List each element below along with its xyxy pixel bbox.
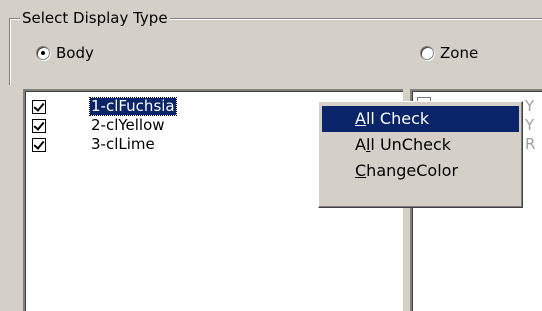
menu-text: hangeColor <box>366 161 459 180</box>
context-menu: All Check All UnCheck ChangeColor <box>318 101 523 208</box>
list-item-label: R <box>525 135 536 153</box>
radio-body-label: Body <box>56 44 94 62</box>
list-item: R <box>524 135 536 154</box>
menu-item-change-color[interactable]: ChangeColor <box>322 158 519 184</box>
list-item-label: 3-clLime <box>91 135 155 153</box>
list-item: Y <box>524 116 535 135</box>
menu-item-all-check[interactable]: All Check <box>322 106 519 132</box>
radio-body[interactable]: Body <box>36 44 94 62</box>
menu-item-all-uncheck[interactable]: All UnCheck <box>322 132 519 158</box>
list-item[interactable]: 1-clFuchsia <box>32 97 177 116</box>
checkbox[interactable] <box>32 137 46 152</box>
radio-body-indicator[interactable] <box>36 46 50 60</box>
radio-zone-indicator[interactable] <box>420 46 434 60</box>
list-item[interactable]: 3-clLime <box>32 135 156 154</box>
list-item-label: 1-clFuchsia <box>89 97 177 116</box>
menu-text: l UnCheck <box>370 135 452 154</box>
list-item-label: Y <box>525 116 535 134</box>
list-item[interactable]: 2-clYellow <box>32 116 166 135</box>
checkbox[interactable] <box>32 99 46 114</box>
display-type-legend: Select Display Type <box>20 9 170 27</box>
checkbox[interactable] <box>32 118 46 133</box>
list-item-label: Y <box>525 97 535 115</box>
menu-text: A <box>355 135 366 154</box>
radio-zone-label: Zone <box>440 44 479 62</box>
menu-accelerator: A <box>355 109 366 128</box>
menu-accelerator: C <box>355 161 367 180</box>
list-item: Y <box>524 97 535 116</box>
menu-text: ll Check <box>365 109 430 128</box>
list-item-label: 2-clYellow <box>91 116 165 134</box>
radio-zone[interactable]: Zone <box>420 44 478 62</box>
